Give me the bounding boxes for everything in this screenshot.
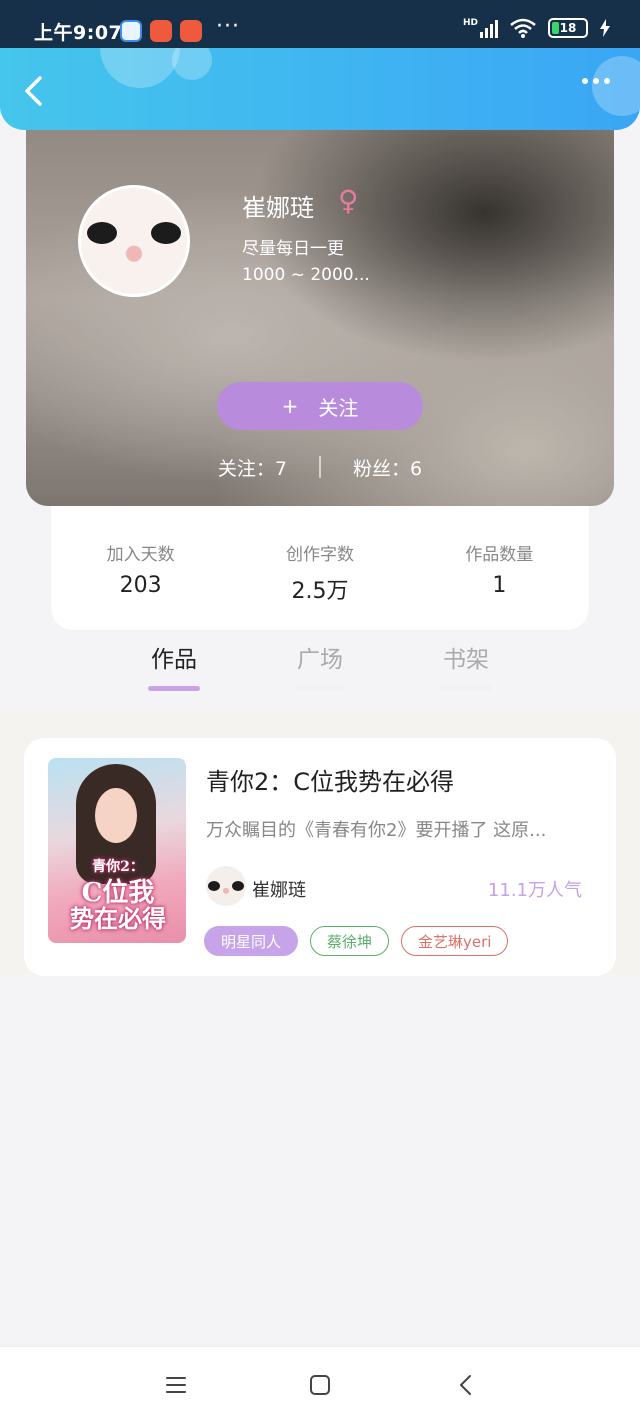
network-label: HD	[462, 18, 478, 28]
more-options-button[interactable]	[582, 78, 610, 84]
wifi-icon	[510, 18, 536, 38]
tab-bookshelf[interactable]: 书架	[440, 640, 492, 712]
female-icon: ♀	[338, 184, 359, 217]
book-author: 崔娜琏	[252, 880, 306, 901]
avatar[interactable]	[78, 185, 190, 297]
signal-icon: HD	[463, 18, 498, 38]
battery-icon: 18	[548, 18, 588, 38]
profile-banner: 崔娜琏 ♀ 尽量每日一更 1000 ~ 2000... + 关注 关注：7 粉丝…	[26, 130, 614, 506]
following-count[interactable]: 关注：7	[218, 454, 287, 481]
app-notification-icon	[150, 20, 172, 42]
menu-icon[interactable]	[164, 1373, 188, 1397]
status-time: 上午9:07	[34, 22, 123, 44]
stat-join-days: 加入天数 203	[51, 506, 230, 630]
book-tags: 明星同人 蔡徐坤 金艺琳yeri	[204, 926, 509, 956]
cover-title: 青你2： C位我 势在必得	[60, 854, 176, 932]
stat-value: 1	[492, 573, 507, 598]
tab-square[interactable]: 广场	[294, 640, 346, 712]
follow-button[interactable]: + 关注	[217, 382, 423, 430]
profile-name: 崔娜琏	[242, 194, 314, 222]
back-button[interactable]	[22, 76, 46, 106]
book-popularity: 11.1万人气	[487, 880, 582, 901]
stat-label: 作品数量	[465, 545, 534, 565]
tab-label: 书架	[443, 647, 489, 673]
follow-label: 关注	[318, 395, 359, 420]
stat-label: 加入天数	[106, 545, 175, 565]
tab-bar: 作品 广场 书架	[0, 640, 640, 712]
bio-line: 1000 ~ 2000...	[242, 265, 370, 285]
system-nav-bar	[0, 1346, 640, 1422]
battery-level: 18	[559, 21, 577, 35]
status-indicators: HD 18	[463, 18, 610, 38]
book-title[interactable]: 青你2：C位我势在必得	[206, 762, 454, 797]
more-notifications-icon: ···	[216, 14, 240, 39]
status-bar: 上午9:07 ··· HD 18	[0, 0, 640, 48]
tab-indicator	[440, 686, 492, 691]
tag[interactable]: 明星同人	[204, 926, 299, 956]
cover-line: C位我	[81, 878, 155, 908]
stat-label: 创作字数	[285, 545, 354, 565]
stat-works-count: 作品数量 1	[410, 506, 589, 630]
stat-value: 2.5万	[291, 579, 349, 604]
tab-works[interactable]: 作品	[148, 640, 200, 712]
cover-line: 青你2：	[92, 859, 144, 875]
charging-icon	[600, 19, 610, 37]
follow-counts: 关注：7 粉丝：6	[26, 454, 614, 481]
tab-indicator	[294, 686, 346, 691]
app-notification-icon	[120, 20, 142, 42]
app-notification-icon	[180, 20, 202, 42]
stats-panel: 加入天数 203 创作字数 2.5万 作品数量 1	[51, 506, 589, 630]
tab-label: 广场	[297, 647, 343, 673]
home-icon[interactable]	[308, 1373, 332, 1397]
plus-icon: +	[281, 394, 299, 418]
tag[interactable]: 蔡徐坤	[310, 926, 390, 956]
top-header	[0, 48, 640, 130]
stat-value: 203	[119, 573, 162, 598]
book-card[interactable]: 青你2： C位我 势在必得 青你2：C位我势在必得 万众瞩目的《青春有你2》要开…	[24, 738, 616, 976]
book-cover[interactable]: 青你2： C位我 势在必得	[48, 758, 186, 943]
followers-count[interactable]: 粉丝：6	[353, 454, 422, 481]
book-description: 万众瞩目的《青春有你2》要开播了 这原...	[206, 820, 547, 841]
status-app-icons	[120, 20, 202, 42]
tab-indicator	[148, 686, 200, 691]
author-avatar	[206, 866, 246, 906]
tag[interactable]: 金艺琳yeri	[401, 926, 509, 956]
profile-bio: 尽量每日一更 1000 ~ 2000...	[242, 236, 370, 288]
divider	[319, 456, 321, 478]
cover-line: 势在必得	[70, 904, 166, 933]
tab-label: 作品	[151, 647, 197, 673]
back-icon[interactable]	[454, 1373, 478, 1397]
bio-line: 尽量每日一更	[242, 239, 344, 259]
stat-word-count: 创作字数 2.5万	[230, 506, 409, 630]
